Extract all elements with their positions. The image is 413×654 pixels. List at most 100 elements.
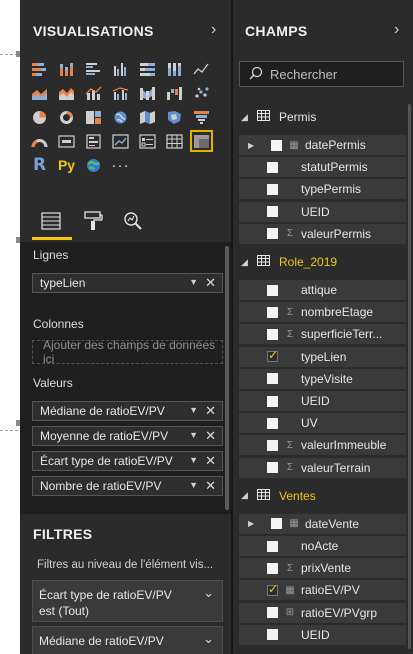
- chevron-down-icon[interactable]: ⌄: [203, 631, 214, 647]
- gauge-icon[interactable]: [28, 130, 51, 152]
- field-checkbox[interactable]: [271, 139, 282, 151]
- field-item[interactable]: UEID: [239, 624, 406, 645]
- shape-map-icon[interactable]: [163, 106, 186, 128]
- fields-scrollbar[interactable]: [408, 104, 411, 649]
- field-checkbox[interactable]: [271, 518, 282, 530]
- scatter-icon[interactable]: [190, 82, 213, 104]
- field-checkbox[interactable]: [267, 373, 278, 385]
- wells-scrollbar[interactable]: [225, 246, 229, 510]
- chevron-down-icon[interactable]: ◢: [241, 112, 255, 123]
- line-clustered-column-icon[interactable]: [109, 82, 132, 104]
- field-table-2[interactable]: ◢ Ventes: [233, 486, 413, 506]
- field-item[interactable]: ΣvaleurTerrain: [239, 457, 406, 478]
- donut-chart-icon[interactable]: [55, 106, 78, 128]
- slicer-icon[interactable]: [136, 130, 159, 152]
- field-item[interactable]: UV: [239, 413, 406, 434]
- close-icon[interactable]: ✕: [205, 403, 216, 419]
- field-item[interactable]: ΣnombreEtage: [239, 302, 406, 323]
- ribbon-chart-icon[interactable]: [136, 82, 159, 104]
- values-field-pill[interactable]: Médiane de ratioEV/PV ▼ ✕: [32, 401, 223, 421]
- chevron-down-icon[interactable]: ▼: [189, 277, 198, 287]
- field-item[interactable]: ΣvaleurImmeuble: [239, 435, 406, 456]
- rows-field-pill[interactable]: typeLien ▼ ✕: [32, 273, 223, 293]
- field-checkbox[interactable]: [267, 417, 278, 429]
- chevron-down-icon[interactable]: ⌄: [203, 585, 214, 601]
- filter-card[interactable]: Écart type de ratioEV/PV est (Tout) ⌄: [32, 580, 223, 622]
- field-item[interactable]: UEID: [239, 201, 406, 222]
- close-icon[interactable]: ✕: [205, 428, 216, 444]
- field-table-1[interactable]: ◢ Role_2019: [233, 252, 413, 272]
- field-item[interactable]: ΣvaleurPermis: [239, 223, 406, 244]
- kpi-icon[interactable]: [109, 130, 132, 152]
- field-item[interactable]: attique: [239, 280, 406, 300]
- 100-stacked-bar-icon[interactable]: [136, 58, 159, 80]
- field-item[interactable]: typeVisite: [239, 368, 406, 389]
- field-checkbox[interactable]: [267, 306, 278, 318]
- treemap-icon[interactable]: [82, 106, 105, 128]
- chevron-down-icon[interactable]: ◢: [241, 490, 255, 501]
- card-icon[interactable]: [55, 130, 78, 152]
- field-checkbox[interactable]: [267, 562, 278, 574]
- field-item[interactable]: ▶ ▦ datePermis: [239, 135, 406, 155]
- field-item[interactable]: typePermis: [239, 179, 406, 200]
- multi-row-card-icon[interactable]: [82, 130, 105, 152]
- line-chart-icon[interactable]: [190, 58, 213, 80]
- collapse-visualizations-icon[interactable]: ›: [211, 21, 216, 39]
- field-checkbox[interactable]: [267, 607, 278, 619]
- field-item[interactable]: typeLien: [239, 346, 406, 367]
- field-checkbox[interactable]: [267, 439, 278, 451]
- fields-tab-icon[interactable]: [36, 208, 66, 234]
- table-icon[interactable]: [163, 130, 186, 152]
- field-table-0[interactable]: ◢ Permis: [233, 107, 413, 127]
- field-checkbox[interactable]: [267, 348, 278, 363]
- filter-card[interactable]: Médiane de ratioEV/PV ⌄: [32, 626, 223, 654]
- field-checkbox[interactable]: [267, 161, 278, 173]
- matrix-icon[interactable]: [190, 130, 213, 152]
- field-checkbox[interactable]: [267, 629, 278, 641]
- expand-icon[interactable]: ▶: [248, 141, 260, 150]
- field-checkbox[interactable]: [267, 395, 278, 407]
- clustered-column-icon[interactable]: [109, 58, 132, 80]
- field-item[interactable]: noActe: [239, 536, 406, 556]
- field-checkbox[interactable]: [267, 540, 278, 552]
- stacked-area-icon[interactable]: [55, 82, 78, 104]
- more-visuals-icon[interactable]: ···: [109, 154, 132, 176]
- python-visual-icon[interactable]: Py: [55, 154, 78, 176]
- chevron-down-icon[interactable]: ▼: [189, 455, 198, 465]
- values-field-pill[interactable]: Écart type de ratioEV/PV ▼ ✕: [32, 451, 223, 471]
- stacked-bar-icon[interactable]: [28, 58, 51, 80]
- stacked-column-icon[interactable]: [55, 58, 78, 80]
- field-item[interactable]: ▦ ratioEV/PV: [239, 580, 406, 601]
- field-checkbox[interactable]: [267, 284, 278, 296]
- field-checkbox[interactable]: [267, 582, 278, 596]
- chevron-down-icon[interactable]: ▼: [189, 480, 198, 490]
- chevron-down-icon[interactable]: ▼: [189, 405, 198, 415]
- field-checkbox[interactable]: [267, 206, 278, 218]
- close-icon[interactable]: ✕: [205, 478, 216, 494]
- field-item[interactable]: UEID: [239, 391, 406, 411]
- field-search-box[interactable]: [239, 61, 404, 87]
- close-icon[interactable]: ✕: [205, 453, 216, 469]
- collapse-fields-icon[interactable]: ›: [394, 21, 399, 39]
- values-field-pill[interactable]: Moyenne de ratioEV/PV ▼ ✕: [32, 426, 223, 446]
- format-tab-icon[interactable]: [78, 208, 108, 234]
- arcgis-icon[interactable]: [82, 154, 105, 176]
- r-visual-icon[interactable]: R: [28, 154, 51, 176]
- chevron-down-icon[interactable]: ◢: [241, 257, 255, 268]
- field-item[interactable]: ΣsuperficieTerr...: [239, 324, 406, 345]
- close-icon[interactable]: ✕: [205, 275, 216, 291]
- field-checkbox[interactable]: [267, 462, 278, 474]
- columns-drop-zone[interactable]: Ajouter des champs de données ici: [32, 338, 223, 366]
- 100-stacked-column-icon[interactable]: [163, 58, 186, 80]
- area-chart-icon[interactable]: [28, 82, 51, 104]
- field-checkbox[interactable]: [267, 183, 278, 195]
- field-item[interactable]: ▶ ▦ dateVente: [239, 513, 406, 534]
- analytics-tab-icon[interactable]: [118, 208, 148, 234]
- filled-map-icon[interactable]: [136, 106, 159, 128]
- funnel-icon[interactable]: [190, 106, 213, 128]
- field-checkbox[interactable]: [267, 228, 278, 240]
- pie-chart-icon[interactable]: [28, 106, 51, 128]
- field-item[interactable]: ΣprixVente: [239, 558, 406, 579]
- field-item[interactable]: ⊞ ratioEV/PVgrp: [239, 602, 406, 623]
- expand-icon[interactable]: ▶: [248, 519, 260, 528]
